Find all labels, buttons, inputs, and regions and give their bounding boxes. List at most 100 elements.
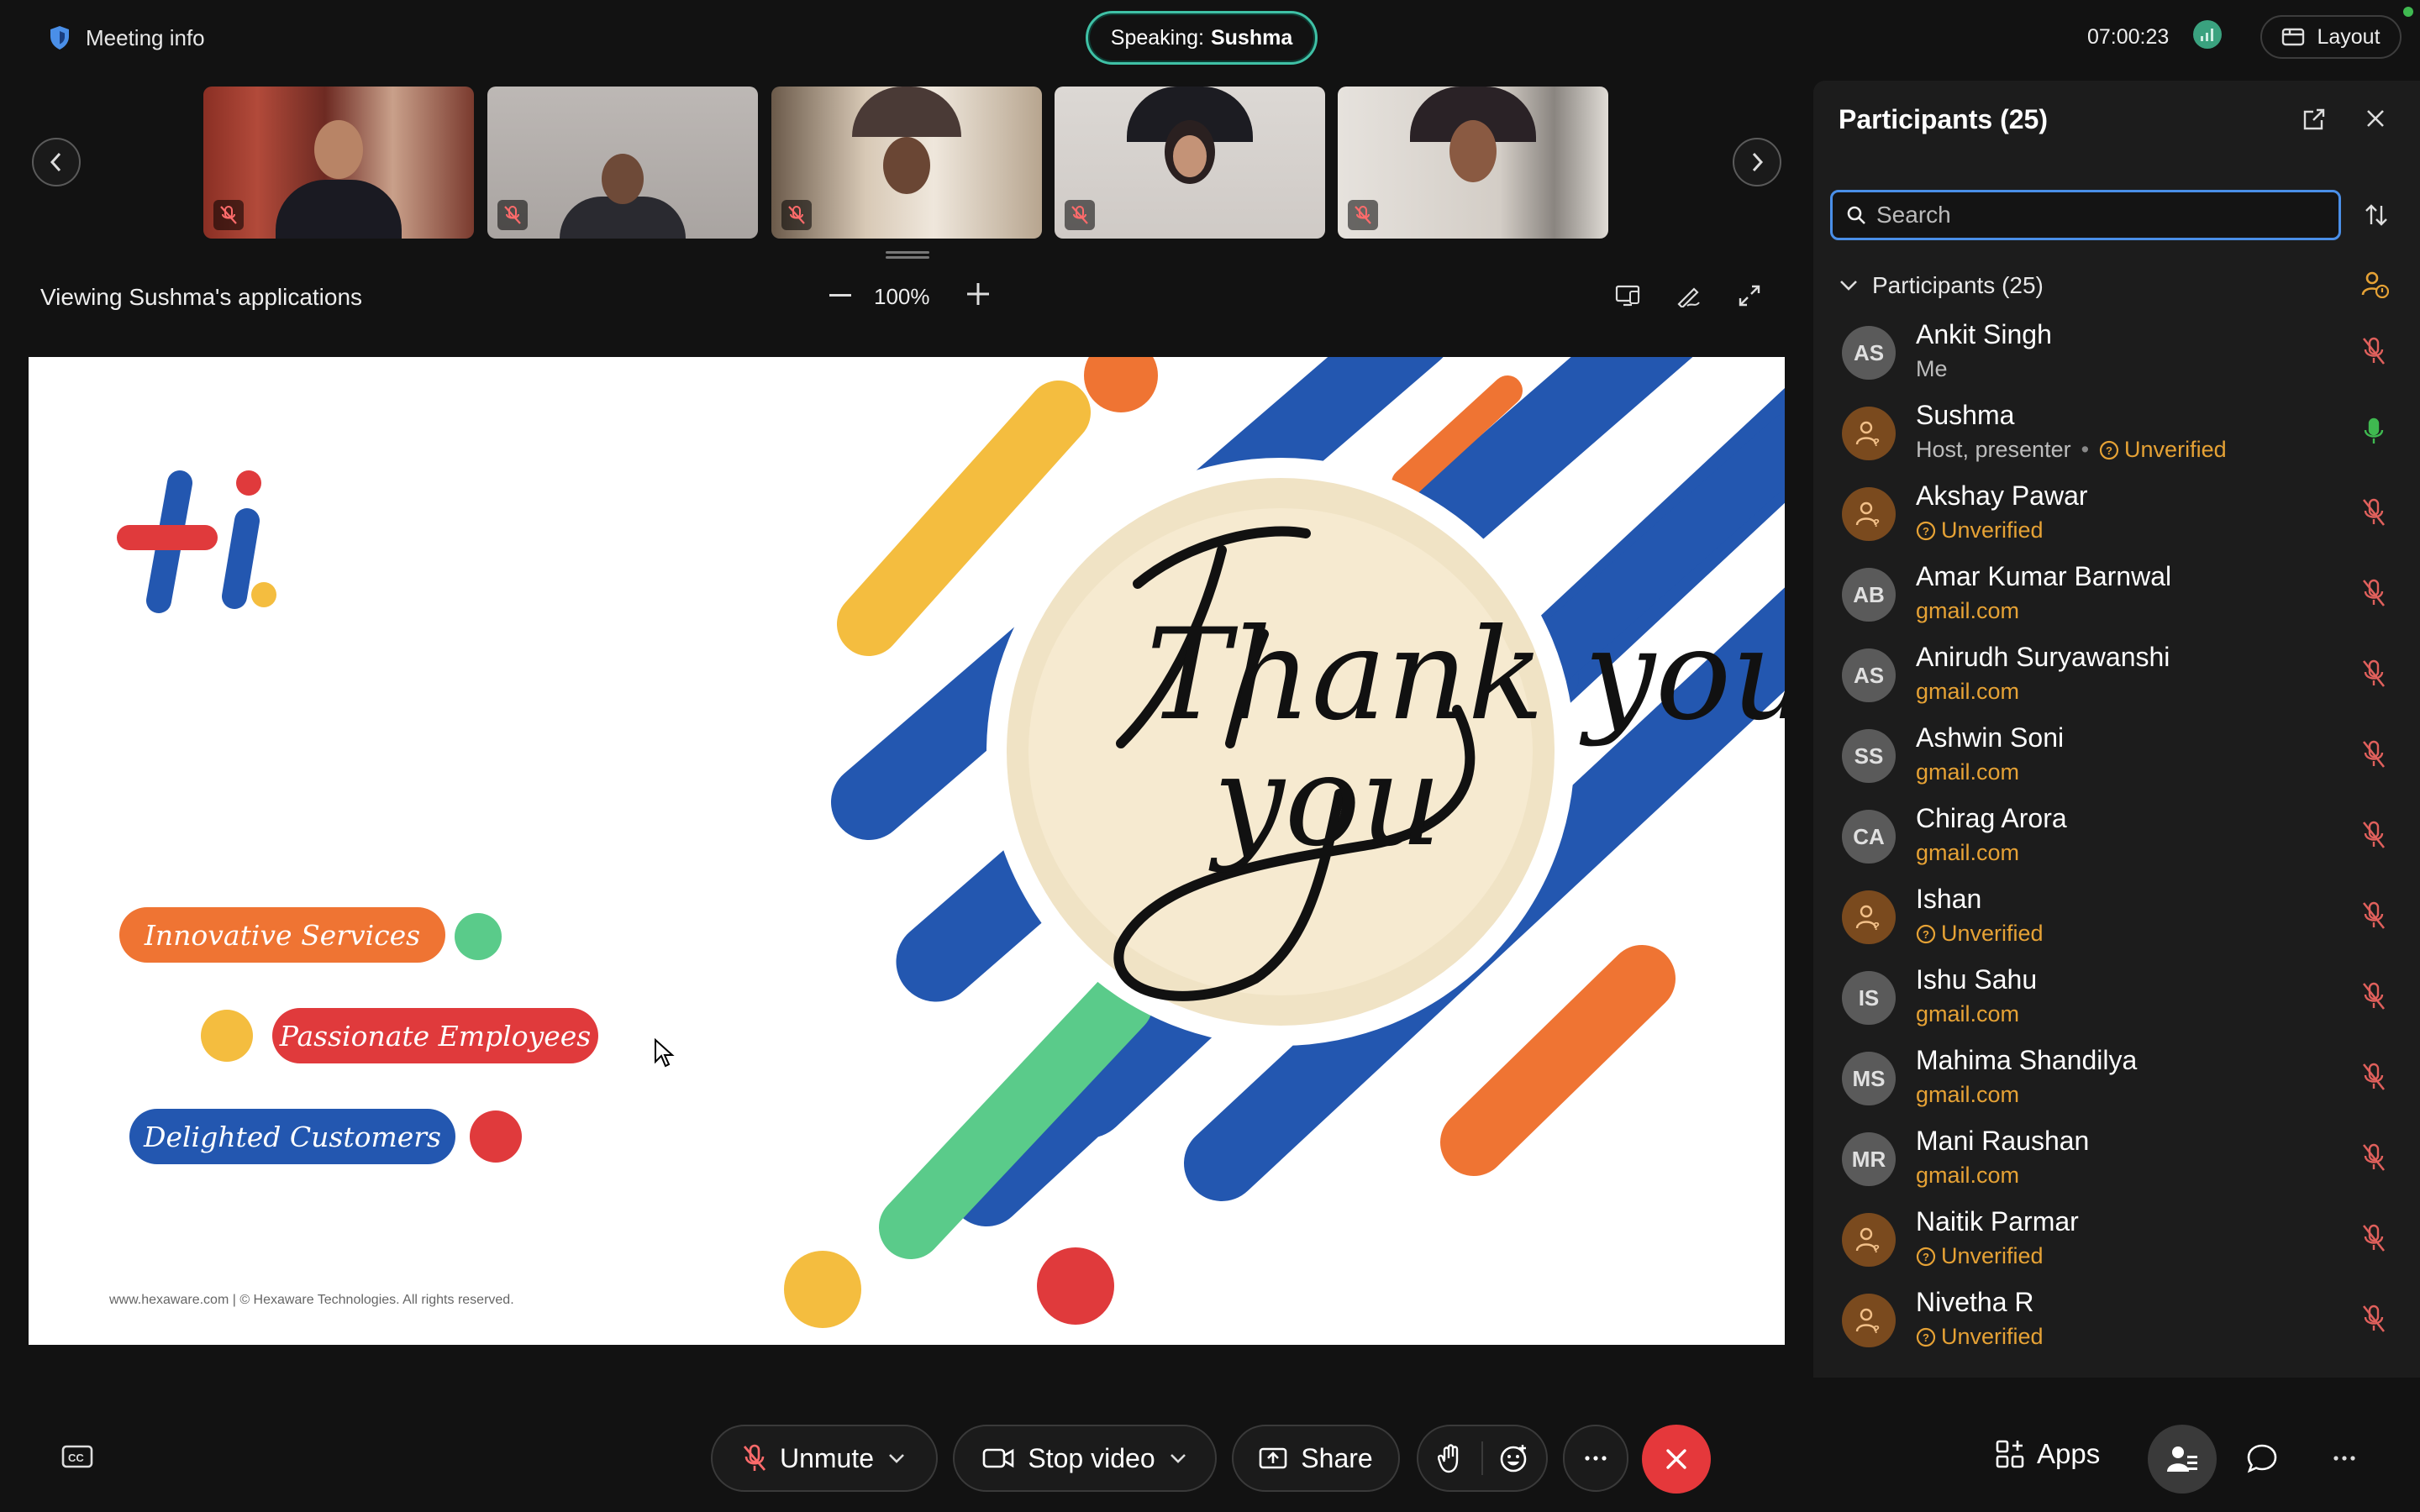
layout-label: Layout: [2317, 24, 2381, 49]
mic-muted-icon[interactable]: [2360, 979, 2388, 1013]
unverified-badge: ? Unverified: [1916, 517, 2044, 543]
participant-name: Mahima Shandilya: [1916, 1045, 2138, 1075]
remote-control-button[interactable]: [1612, 279, 1645, 312]
mic-muted-icon[interactable]: [2360, 738, 2388, 771]
mic-muted-icon: [1065, 200, 1095, 230]
participant-row[interactable]: IS Ishu Sahu gmail.com: [1813, 956, 2420, 1037]
separator-dot: •: [2081, 437, 2090, 462]
participant-row[interactable]: AS Ankit Singh Me: [1813, 311, 2420, 391]
stop-video-button[interactable]: Stop video: [953, 1425, 1217, 1492]
participant-search[interactable]: [1830, 190, 2341, 240]
participant-row[interactable]: AS Anirudh Suryawanshi gmail.com: [1813, 633, 2420, 714]
network-signal-icon[interactable]: [2193, 20, 2222, 49]
participant-row[interactable]: MR Mani Raushan gmail.com: [1813, 1117, 2420, 1198]
thumbnails-next-button[interactable]: [1733, 138, 1781, 186]
leave-meeting-button[interactable]: [1642, 1425, 1711, 1494]
video-thumbnail[interactable]: [203, 87, 474, 239]
annotate-button[interactable]: [1672, 279, 1706, 312]
emoji-reaction-icon[interactable]: [1483, 1426, 1546, 1490]
participant-row[interactable]: SS Ashwin Soni gmail.com: [1813, 714, 2420, 795]
popout-icon: [2303, 108, 2325, 130]
mic-muted-icon[interactable]: [2360, 1221, 2388, 1255]
mic-muted-icon[interactable]: [2360, 1302, 2388, 1336]
thumbnails-prev-button[interactable]: [32, 138, 81, 186]
raise-hand-icon[interactable]: [1418, 1426, 1481, 1490]
participant-row[interactable]: ? Sushma Host, presenter •? Unverified: [1813, 391, 2420, 472]
popout-button[interactable]: [2299, 104, 2329, 134]
avatar: AS: [1842, 326, 1896, 380]
mic-muted-icon[interactable]: [2360, 1141, 2388, 1174]
more-dots-icon: [1585, 1456, 1607, 1461]
video-thumbnail[interactable]: [1055, 87, 1325, 239]
mic-muted-icon[interactable]: [2360, 899, 2388, 932]
mic-muted-icon[interactable]: [2360, 496, 2388, 529]
participant-subtitle: gmail.com: [1916, 1082, 2019, 1108]
unmute-label: Unmute: [779, 1442, 875, 1473]
pill-passionate-employees: Passionate Employees: [272, 1008, 598, 1063]
fullscreen-button[interactable]: [1733, 279, 1766, 312]
section-label: Participants (25): [1872, 272, 2044, 298]
avatar: MR: [1842, 1132, 1896, 1186]
avatar: MS: [1842, 1052, 1896, 1105]
participant-row[interactable]: AB Amar Kumar Barnwal gmail.com: [1813, 553, 2420, 633]
captions-button[interactable]: CC: [60, 1443, 94, 1472]
more-options-right-button[interactable]: [2328, 1441, 2361, 1475]
unmute-button[interactable]: Unmute: [711, 1425, 938, 1492]
participant-detail: gmail.com: [1916, 1001, 2020, 1026]
avatar: AB: [1842, 568, 1896, 622]
search-input[interactable]: [1876, 202, 2313, 228]
unverified-badge: ? Unverified: [1916, 921, 2044, 947]
avatar: AS: [1842, 648, 1896, 702]
chat-button[interactable]: [2244, 1440, 2281, 1477]
meeting-info-button[interactable]: Meeting info: [49, 18, 205, 57]
apps-grid-icon: [1995, 1439, 2025, 1469]
viewing-label: Viewing Sushma's applications: [40, 284, 363, 310]
participant-row[interactable]: CA Chirag Arora gmail.com: [1813, 795, 2420, 875]
participants-button[interactable]: [2148, 1425, 2217, 1494]
guest-warning-icon[interactable]: [2360, 269, 2390, 299]
close-panel-button[interactable]: [2360, 102, 2391, 134]
participant-name: Anirudh Suryawanshi: [1916, 642, 2170, 672]
mic-muted-icon[interactable]: [2360, 1060, 2388, 1094]
chevron-down-icon[interactable]: [887, 1452, 906, 1464]
mic-muted-icon[interactable]: [2360, 576, 2388, 610]
participant-name: Akshay Pawar: [1916, 480, 2088, 511]
strip-resize-handle[interactable]: [886, 249, 929, 260]
chevron-down-icon[interactable]: [1169, 1452, 1187, 1464]
participant-row[interactable]: ? Naitik Parmar? Unverified: [1813, 1198, 2420, 1278]
participant-row[interactable]: MS Mahima Shandilya gmail.com: [1813, 1037, 2420, 1117]
mic-muted-icon[interactable]: [2360, 334, 2388, 368]
search-icon: [1846, 205, 1866, 225]
sort-button[interactable]: [2360, 198, 2393, 232]
participant-subtitle: gmail.com: [1916, 1163, 2019, 1189]
guest-avatar-icon: ?: [1842, 407, 1896, 460]
share-button[interactable]: Share: [1232, 1425, 1400, 1492]
video-thumbnail[interactable]: [1338, 87, 1608, 239]
apps-label: Apps: [2037, 1438, 2101, 1469]
video-thumbnail[interactable]: [487, 87, 758, 239]
participant-subtitle: gmail.com: [1916, 598, 2019, 624]
mic-muted-icon[interactable]: [2360, 818, 2388, 852]
svg-text:?: ?: [1923, 525, 1929, 538]
mic-active-icon[interactable]: [2360, 415, 2388, 449]
participant-subtitle: gmail.com: [1916, 679, 2019, 705]
more-options-button[interactable]: [1563, 1425, 1628, 1492]
participant-row[interactable]: ? Akshay Pawar ? Unverified: [1813, 472, 2420, 553]
mic-muted-icon[interactable]: [2360, 657, 2388, 690]
guest-avatar-icon: ?: [1842, 487, 1896, 541]
participant-subtitle: ? Unverified: [1916, 921, 2044, 947]
zoom-in-button[interactable]: [961, 277, 995, 311]
layout-button[interactable]: Layout: [2260, 15, 2402, 59]
apps-button[interactable]: Apps: [1995, 1438, 2100, 1470]
zoom-out-button[interactable]: [823, 279, 857, 312]
participant-detail: gmail.com: [1916, 598, 2020, 623]
video-thumbnail[interactable]: [771, 87, 1042, 239]
zoom-level: 100%: [874, 284, 930, 309]
participant-row[interactable]: ? Ishan? Unverified: [1813, 875, 2420, 956]
participants-section-toggle[interactable]: Participants (25): [1839, 269, 2044, 302]
participants-icon: [2167, 1446, 2197, 1472]
participant-row[interactable]: ? Nivetha R? Unverified: [1813, 1278, 2420, 1359]
svg-text:?: ?: [1923, 1251, 1929, 1263]
unverified-badge: ? Unverified: [1916, 1243, 2044, 1269]
participant-subtitle: ? Unverified: [1916, 517, 2044, 543]
